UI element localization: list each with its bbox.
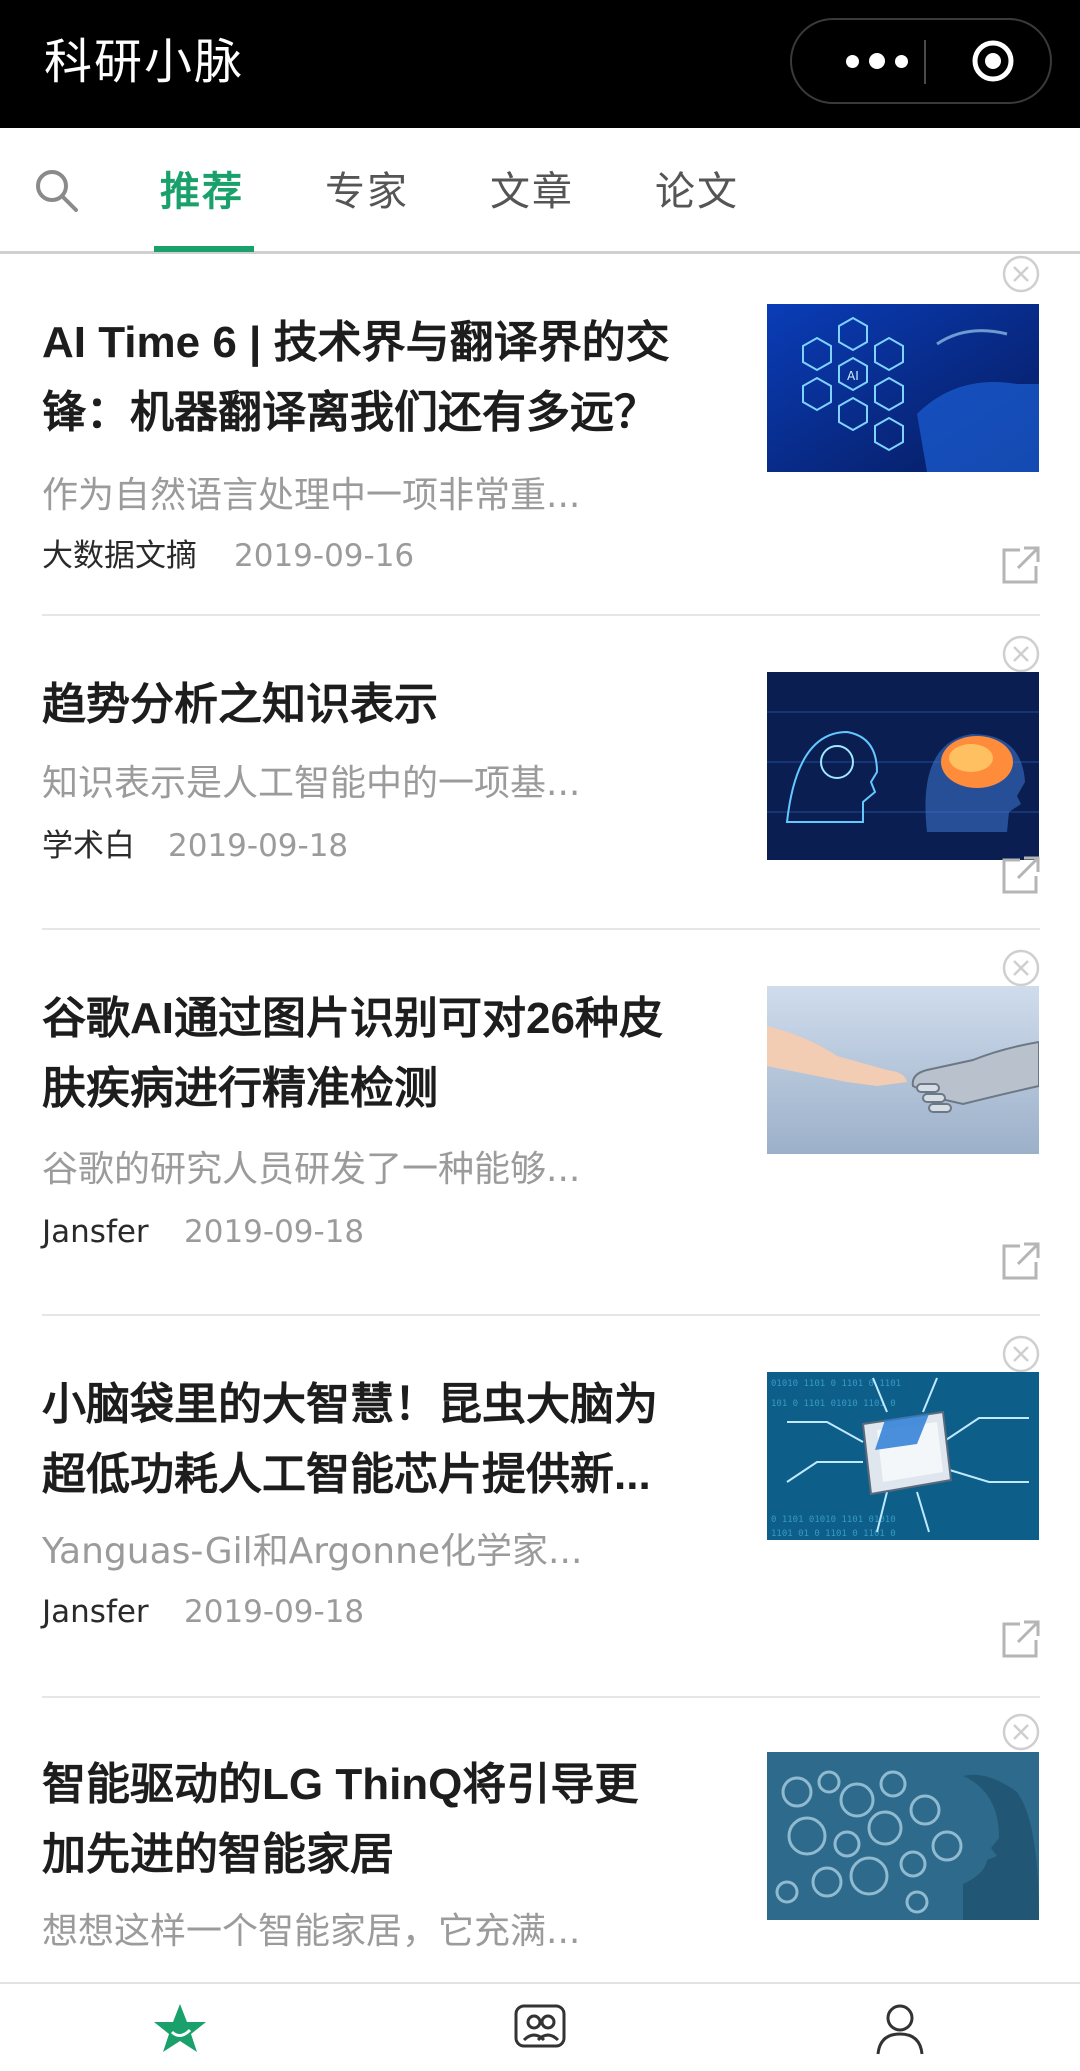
tab-experts[interactable]: 专家: [325, 162, 409, 222]
svg-text:01010 1101 0 1101 0 1101: 01010 1101 0 1101 0 1101: [771, 1379, 901, 1389]
list-item[interactable]: 谷歌AI通过图片识别可对26种皮 肤疾病进行精准检测 谷歌的研究人员研发了一种能…: [0, 930, 1080, 1314]
article-title-line: 智能驱动的LG ThinQ将引导更: [42, 1760, 639, 1809]
list-item[interactable]: AI Time 6 | 技术界与翻译界的交 锋：机器翻译离我们还有多远？ 作为自…: [0, 254, 1080, 614]
category-tabs: 推荐 专家 文章 论文: [0, 128, 1080, 254]
svg-text:101 0 1101 01010 1101 0: 101 0 1101 01010 1101 0: [771, 1399, 896, 1409]
tab-recommend[interactable]: 推荐: [160, 162, 244, 222]
share-link-icon[interactable]: [998, 1240, 1042, 1284]
list-item[interactable]: 趋势分析之知识表示 知识表示是人工智能中的一项基... 学术白 2019-09-…: [0, 616, 1080, 928]
bottom-navigation: [0, 1982, 1080, 2071]
share-link-icon[interactable]: [998, 854, 1042, 898]
dismiss-icon[interactable]: [1001, 1334, 1041, 1374]
article-date: 2019-09-18: [184, 1214, 365, 1250]
svg-text:AI: AI: [847, 369, 859, 383]
article-title[interactable]: 智能驱动的LG ThinQ将引导更 加先进的智能家居: [42, 1750, 722, 1890]
article-title-line: AI Time 6 | 技术界与翻译界的交: [42, 318, 670, 367]
share-link-icon[interactable]: [998, 544, 1042, 588]
capsule-divider: [924, 40, 926, 84]
tab-articles[interactable]: 文章: [490, 162, 574, 222]
article-feed[interactable]: AI Time 6 | 技术界与翻译界的交 锋：机器翻译离我们还有多远？ 作为自…: [0, 254, 1080, 1982]
article-summary: 谷歌的研究人员研发了一种能够...: [42, 1149, 581, 1190]
article-summary: Yanguas-Gil和Argonne化学家...: [42, 1531, 583, 1572]
group-icon[interactable]: [510, 2000, 570, 2056]
article-title-line: 趋势分析之知识表示: [42, 680, 438, 729]
list-item[interactable]: 小脑袋里的大智慧！昆虫大脑为 超低功耗人工智能芯片提供新... Yanguas-…: [0, 1316, 1080, 1696]
article-date: 2019-09-18: [184, 1594, 365, 1630]
more-dots-icon[interactable]: [822, 20, 932, 102]
article-summary: 作为自然语言处理中一项非常重...: [42, 475, 581, 516]
article-title-line: 锋：机器翻译离我们还有多远？: [42, 388, 658, 437]
article-title-line: 谷歌AI通过图片识别可对26种皮: [42, 994, 663, 1043]
title-bar: 科研小脉: [0, 0, 1080, 128]
svg-text:0 1101 01010 1101 01010: 0 1101 01010 1101 01010: [771, 1515, 896, 1525]
article-date: 2019-09-16: [234, 538, 415, 574]
app-title: 科研小脉: [44, 34, 245, 90]
list-item[interactable]: 智能驱动的LG ThinQ将引导更 加先进的智能家居 想想这样一个智能家居，它充…: [0, 1698, 1080, 1982]
share-link-icon[interactable]: [998, 1618, 1042, 1662]
target-circle-icon[interactable]: [970, 38, 1016, 84]
article-source: 学术白: [42, 828, 135, 864]
article-source: 大数据文摘: [42, 538, 197, 574]
dismiss-icon[interactable]: [1001, 1712, 1041, 1752]
gear-head-thumbnail[interactable]: [767, 1752, 1039, 1920]
ai-hexagon-thumbnail[interactable]: AI: [767, 304, 1039, 472]
article-title-line: 小脑袋里的大智慧！昆虫大脑为: [42, 1380, 658, 1429]
article-title[interactable]: AI Time 6 | 技术界与翻译界的交 锋：机器翻译离我们还有多远？: [42, 308, 722, 448]
article-title[interactable]: 趋势分析之知识表示: [42, 670, 722, 740]
tab-papers[interactable]: 论文: [655, 162, 739, 222]
article-title[interactable]: 谷歌AI通过图片识别可对26种皮 肤疾病进行精准检测: [42, 984, 722, 1124]
person-icon[interactable]: [870, 2000, 930, 2056]
robot-hand-thumbnail[interactable]: [767, 986, 1039, 1154]
ai-brain-thumbnail[interactable]: [767, 672, 1039, 860]
dismiss-icon[interactable]: [1001, 634, 1041, 674]
dismiss-icon[interactable]: [1001, 254, 1041, 294]
dismiss-icon[interactable]: [1001, 948, 1041, 988]
article-title-line: 肤疾病进行精准检测: [42, 1064, 438, 1113]
article-title[interactable]: 小脑袋里的大智慧！昆虫大脑为 超低功耗人工智能芯片提供新...: [42, 1370, 722, 1510]
circuit-chip-thumbnail[interactable]: 01010 1101 0 1101 0 1101 101 0 1101 0101…: [767, 1372, 1039, 1540]
article-title-line: 超低功耗人工智能芯片提供新...: [42, 1450, 651, 1499]
active-tab-indicator: [154, 246, 254, 252]
article-source: Jansfer: [42, 1594, 149, 1630]
article-date: 2019-09-18: [168, 828, 349, 864]
article-summary: 知识表示是人工智能中的一项基...: [42, 763, 581, 804]
search-icon[interactable]: [32, 166, 80, 214]
article-summary: 想想这样一个智能家居，它充满...: [42, 1911, 581, 1952]
article-title-line: 加先进的智能家居: [42, 1830, 394, 1879]
mini-program-capsule: [790, 18, 1052, 104]
article-source: Jansfer: [42, 1214, 149, 1250]
star-icon[interactable]: [150, 2000, 210, 2056]
